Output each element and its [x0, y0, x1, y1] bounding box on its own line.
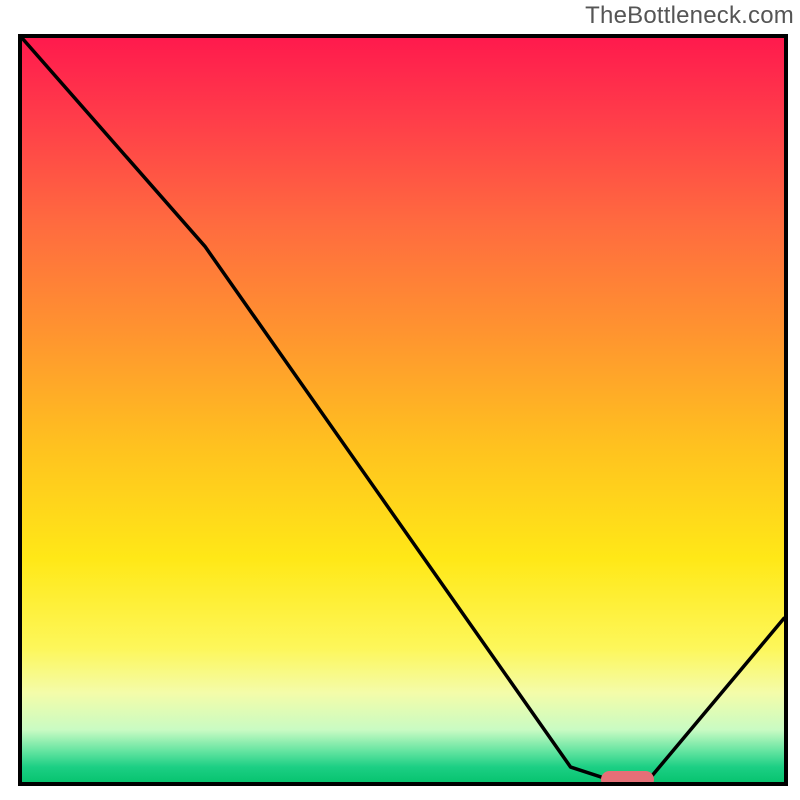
watermark-text: TheBottleneck.com: [585, 2, 794, 30]
curve-path: [22, 38, 784, 782]
optimal-range-marker: [601, 771, 654, 786]
bottleneck-curve-line: [22, 38, 784, 782]
chart-area: [18, 34, 788, 786]
